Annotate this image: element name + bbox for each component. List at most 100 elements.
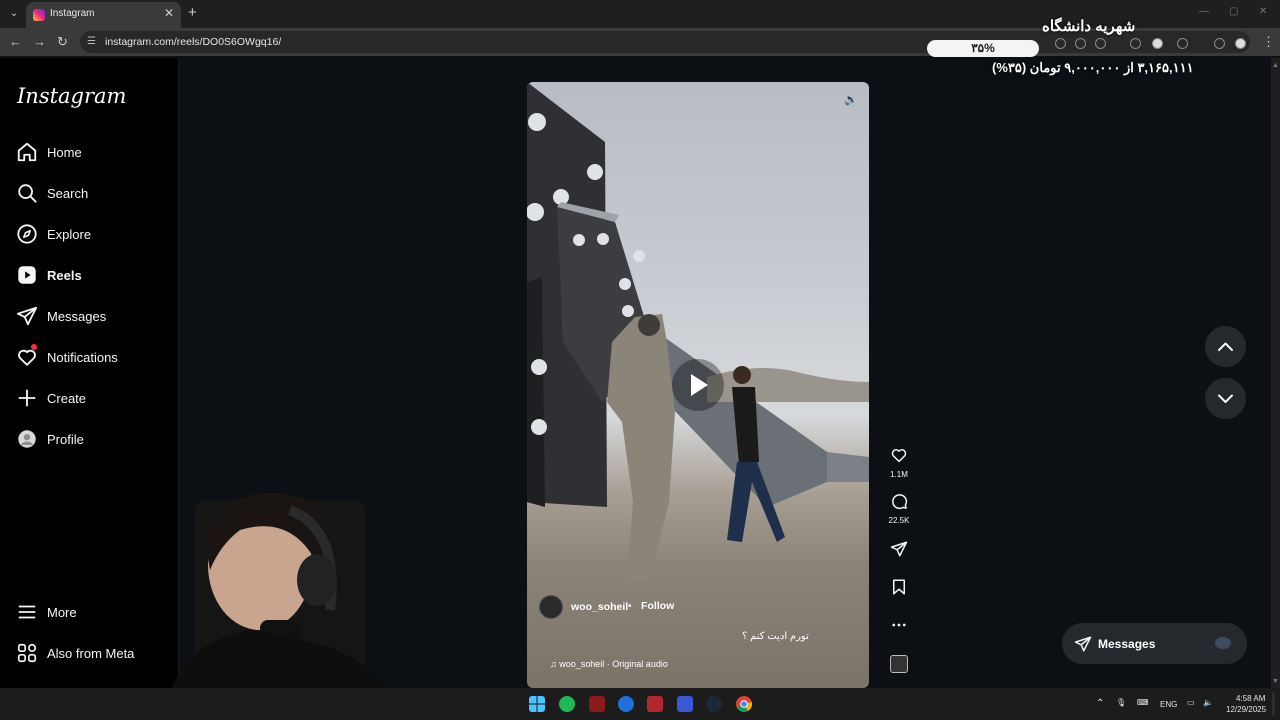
play-button[interactable] [672,359,724,411]
message-contact-avatar [1215,637,1231,649]
sidebar-item-label: Search [47,186,89,201]
instagram-favicon-icon [33,9,45,21]
sidebar-item-explore[interactable]: Explore [16,220,166,250]
show-desktop-button[interactable] [1272,692,1275,716]
volume-icon[interactable]: 🔊 [840,91,862,109]
volume-icon[interactable]: 🔈 [1203,698,1213,707]
extension-icon[interactable] [1130,38,1141,49]
audio-thumbnail[interactable] [890,655,908,673]
app-icon[interactable] [618,696,634,712]
reload-icon[interactable]: ↻ [57,34,68,50]
sidebar-item-home[interactable]: Home [16,138,166,168]
separator-dot: • [628,601,632,612]
sidebar-item-reels[interactable]: Reels [16,261,166,291]
app-icon[interactable] [647,696,663,712]
sidebar-item-messages[interactable]: Messages [16,302,166,332]
microphone-icon[interactable]: 🎙 [1116,698,1126,707]
goal-progress-bar: ۳۵% [927,40,1039,57]
browser-menu-icon[interactable]: ⋮ [1262,34,1275,50]
reel-author-username[interactable]: woo_soheil [571,601,628,613]
sidebar-item-create[interactable]: Create [16,384,166,414]
sidebar-item-label: Messages [47,309,107,324]
bookmark-star-icon[interactable] [1095,38,1106,49]
chevron-up-icon [1218,342,1233,351]
goal-title: شهریه دانشگاه [1042,18,1136,35]
sidebar-item-label: Profile [47,432,84,447]
url-text: instagram.com/reels/DO0S6OWgq16/ [105,36,282,48]
previous-reel-button[interactable] [1205,326,1246,367]
reels-icon [18,266,36,284]
scroll-down-icon[interactable]: ▼ [1272,678,1279,685]
page-scrollbar[interactable] [1271,58,1280,688]
hamburger-icon [18,605,36,619]
windows-start-icon[interactable] [529,696,545,712]
meta-apps-icon [17,643,37,663]
comment-icon [892,494,908,510]
clock-date[interactable]: 12/29/2025 [1226,705,1266,714]
author-avatar[interactable] [539,595,563,619]
account-avatar-icon[interactable] [1235,38,1246,49]
sidebar-item-label: Create [47,391,87,406]
minimize-icon[interactable]: — [1199,6,1209,17]
profile-icon [18,430,36,448]
spotify-icon[interactable] [559,696,575,712]
close-window-icon[interactable]: ✕ [1259,6,1267,17]
split-view-icon[interactable] [1214,38,1225,49]
chart-app-icon[interactable] [677,696,693,712]
heart-icon [891,449,907,463]
windows-taskbar: ⌃ 🎙 ⌨ ENG ▭ 🔈 4:58 AM 12/29/2025 [0,688,1280,720]
extensions-puzzle-icon[interactable] [1177,38,1188,49]
tab-search-icon[interactable]: ⌄ [5,5,23,23]
sidebar-item-label: Explore [47,227,92,242]
tab-title: Instagram [50,8,95,19]
goal-progress-text: ۳۵% [971,41,995,55]
save-button[interactable] [884,578,914,601]
sidebar-item-label: Also from Meta [47,646,135,661]
clock-time[interactable]: 4:58 AM [1236,694,1265,703]
more-horizontal-icon [892,623,906,627]
tray-overflow-icon[interactable]: ⌃ [1096,698,1104,709]
site-info-icon[interactable]: ☰ [87,36,96,47]
webcam-overlay [160,493,410,720]
comment-count: 22.5K [888,516,910,525]
sidebar-item-search[interactable]: Search [16,179,166,209]
keyboard-icon[interactable]: ⌨ [1137,698,1149,707]
paper-plane-icon [16,306,38,326]
zoom-icon[interactable] [1075,38,1086,49]
play-icon [691,374,708,396]
plus-icon [18,389,36,407]
paper-plane-icon [890,541,908,557]
profile-extension-icon[interactable] [1152,38,1163,49]
search-icon [18,184,37,203]
browser-tab[interactable]: Instagram ✕ [26,2,181,28]
forward-icon[interactable]: → [33,34,46,49]
original-audio-link[interactable]: ♫ woo_soheil · Original audio [546,659,672,675]
more-options-button[interactable] [884,616,914,639]
sidebar-item-label: More [47,605,77,620]
sidebar-item-label: Reels [47,268,82,283]
back-icon[interactable]: ← [9,34,22,49]
sidebar-item-notifications[interactable]: Notifications [16,343,166,373]
steam-icon[interactable] [706,696,722,712]
instagram-logo[interactable]: Instagram [17,84,126,108]
messages-drawer-button[interactable]: Messages [1062,623,1247,664]
extension-icon[interactable] [1055,38,1066,49]
chrome-icon[interactable] [736,696,752,712]
follow-button[interactable]: Follow [641,600,674,612]
like-count: 1.1M [890,470,908,479]
tab-close-icon[interactable]: ✕ [164,6,174,20]
language-indicator[interactable]: ENG [1160,700,1177,709]
scroll-up-icon[interactable]: ▲ [1272,62,1279,69]
next-reel-button[interactable] [1205,378,1246,419]
app-icon[interactable] [589,696,605,712]
network-icon[interactable]: ▭ [1187,698,1195,707]
comment-button[interactable]: 22.5K [884,492,914,525]
share-button[interactable] [884,540,914,563]
reel-caption[interactable]: تورم ادیت کنم ؟ [742,631,809,642]
restore-icon[interactable]: ▢ [1229,6,1238,17]
like-button[interactable]: 1.1M [884,446,914,479]
messages-label: Messages [1098,637,1156,651]
sidebar-item-profile[interactable]: Profile [16,425,166,455]
new-tab-icon[interactable]: + [188,4,197,21]
bookmark-icon [893,579,905,595]
